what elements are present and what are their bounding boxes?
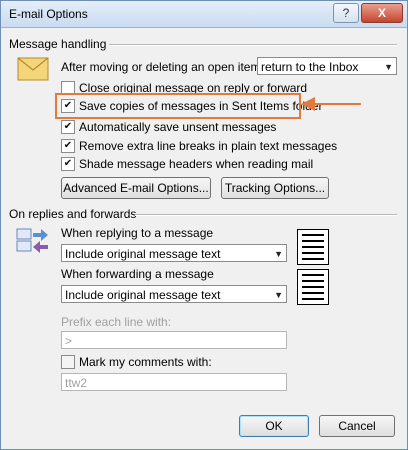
after-moving-label: After moving or deleting an open item: xyxy=(61,60,264,74)
mark-comments-label: Mark my comments with: xyxy=(79,355,212,369)
shade-headers-checkbox[interactable] xyxy=(61,157,75,171)
auto-save-label: Automatically save unsent messages xyxy=(79,120,277,134)
replying-label: When replying to a message xyxy=(61,226,214,240)
advanced-email-options-button[interactable]: Advanced E-mail Options... xyxy=(61,177,211,199)
dropdown-arrow-icon: ▼ xyxy=(384,62,393,72)
dropdown-arrow-icon: ▼ xyxy=(274,249,283,259)
tracking-options-button[interactable]: Tracking Options... xyxy=(221,177,329,199)
after-moving-value: return to the Inbox xyxy=(261,60,359,74)
title-bar: E-mail Options ? X xyxy=(1,1,407,28)
auto-save-checkbox[interactable] xyxy=(61,120,75,134)
close-button[interactable]: X xyxy=(361,3,403,23)
section-divider xyxy=(135,214,397,216)
prefix-label: Prefix each line with: xyxy=(61,315,172,329)
replying-value: Include original message text xyxy=(65,247,221,261)
mark-comments-input[interactable]: ttw2 xyxy=(61,373,287,391)
cancel-button[interactable]: Cancel xyxy=(319,415,395,437)
prefix-input[interactable]: > xyxy=(61,331,287,349)
ok-button[interactable]: OK xyxy=(239,415,309,437)
replies-forwards-header: On replies and forwards xyxy=(9,207,137,221)
window-title: E-mail Options xyxy=(9,7,88,21)
forward-preview-icon xyxy=(297,269,329,305)
reply-preview-icon xyxy=(297,229,329,265)
envelope-icon xyxy=(17,57,49,81)
remove-breaks-checkbox[interactable] xyxy=(61,139,75,153)
shade-headers-label: Shade message headers when reading mail xyxy=(79,157,314,171)
email-options-dialog: E-mail Options ? X Message handling Afte… xyxy=(0,0,408,450)
remove-breaks-label: Remove extra line breaks in plain text m… xyxy=(79,139,338,153)
help-button[interactable]: ? xyxy=(333,3,359,23)
forwarding-select[interactable]: Include original message text ▼ xyxy=(61,285,287,303)
message-handling-header: Message handling xyxy=(9,37,107,51)
forwarding-label: When forwarding a message xyxy=(61,267,214,281)
highlight-box xyxy=(55,93,301,119)
replying-select[interactable]: Include original message text ▼ xyxy=(61,244,287,262)
section-divider xyxy=(109,44,397,46)
after-moving-select[interactable]: return to the Inbox ▼ xyxy=(257,57,397,75)
reply-forward-icon xyxy=(16,228,48,253)
forwarding-value: Include original message text xyxy=(65,288,221,302)
callout-arrow-icon xyxy=(301,97,361,111)
dropdown-arrow-icon: ▼ xyxy=(274,290,283,300)
mark-comments-checkbox[interactable] xyxy=(61,355,75,369)
dialog-body: Message handling After moving or deletin… xyxy=(5,31,403,443)
